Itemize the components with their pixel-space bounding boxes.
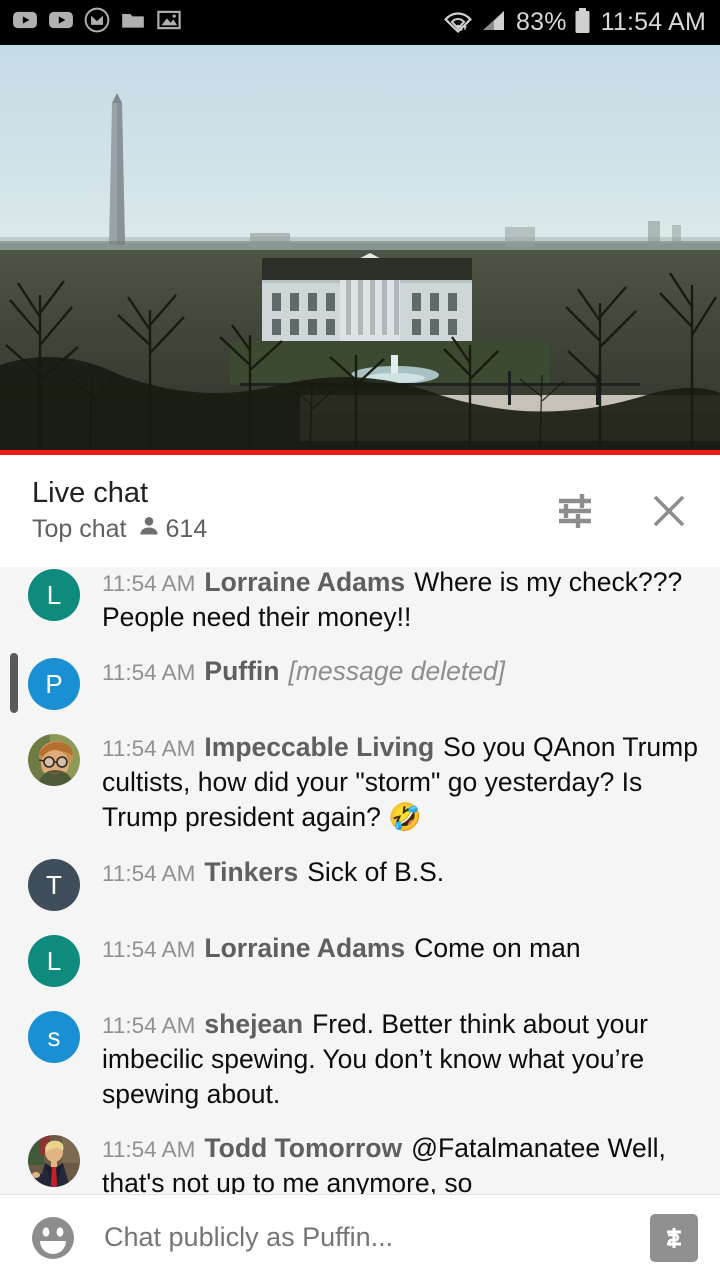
list-item[interactable]: 11:54 AM Impeccable Living So you QAnon Tr… (0, 720, 720, 845)
live-chat-message-list[interactable]: L 11:54 AM Lorraine Adams Where is my chec… (0, 567, 720, 1194)
message-body: 11:54 AM Lorraine Adams Come on man (102, 931, 698, 966)
list-item[interactable]: T 11:54 AM Tinkers Sick of B.S. (0, 845, 720, 921)
superchat-dollar-icon[interactable] (650, 1213, 698, 1262)
chat-composer (0, 1194, 720, 1280)
list-item[interactable]: s 11:54 AM shejean Fred. Better think abou… (0, 997, 720, 1121)
list-item[interactable]: L 11:54 AM Lorraine Adams Come on man (0, 921, 720, 997)
message-author[interactable]: Todd Tomorrow (204, 1133, 402, 1163)
live-chat-title: Live chat (32, 476, 149, 509)
message-emoji: 🤣 (388, 801, 422, 832)
status-bar: 83% 11:54 AM (0, 0, 720, 45)
video-frame (0, 45, 720, 450)
message-body: 11:54 AM Impeccable Living So you QAnon Tr… (102, 730, 698, 835)
avatar-initial: L (46, 946, 62, 977)
cell-signal-icon (480, 7, 507, 38)
status-bar-clock: 11:54 AM (600, 8, 706, 36)
message-author[interactable]: shejean (204, 1009, 303, 1039)
status-bar-notification-icons (12, 7, 182, 38)
message-text-deleted: [message deleted] (288, 656, 506, 687)
photo-icon (156, 7, 182, 38)
avatar: s (28, 1011, 80, 1064)
person-glasses-photo (28, 734, 80, 787)
message-timestamp: 11:54 AM (102, 1013, 196, 1039)
youtube-icon (48, 7, 74, 38)
message-text: Sick of B.S. (307, 857, 445, 888)
gmail-m-icon (84, 7, 110, 38)
list-item[interactable]: L 11:54 AM Lorraine Adams Where is my chec… (0, 567, 720, 644)
list-item[interactable]: P 11:54 AM Puffin [message deleted] (0, 644, 720, 720)
avatar-initial: L (46, 580, 62, 610)
live-chat-header-actions (552, 488, 696, 534)
message-author[interactable]: Lorraine Adams (204, 933, 405, 963)
wifi-icon (443, 7, 473, 38)
folder-icon (120, 7, 146, 38)
video-player[interactable] (0, 45, 720, 455)
live-chat-subheader: Top chat 614 (32, 514, 207, 545)
viewer-count-block: 614 (137, 514, 208, 545)
viewer-count: 614 (165, 515, 208, 544)
live-chat-header-text: Live chat Top chat 614 (32, 477, 207, 545)
message-timestamp: 11:54 AM (102, 736, 196, 762)
message-timestamp: 11:54 AM (102, 1137, 196, 1163)
message-body: 11:54 AM shejean Fred. Better think about … (102, 1007, 698, 1111)
message-timestamp: 11:54 AM (102, 571, 196, 596)
message-author[interactable]: Puffin (204, 656, 279, 686)
battery-icon (574, 7, 591, 39)
avatar-initial: s (47, 1022, 61, 1053)
youtube-live-chat-screen: 83% 11:54 AM Live chat Top chat 614 L 11… (0, 0, 720, 1280)
status-bar-system-icons: 83% 11:54 AM (443, 7, 706, 39)
message-author[interactable]: Tinkers (204, 857, 298, 887)
list-item[interactable]: 11:54 AM Todd Tomorrow @Fatalmanatee Well,… (0, 1121, 720, 1194)
live-chat-header: Live chat Top chat 614 (0, 455, 720, 567)
avatar (28, 1135, 80, 1188)
close-icon[interactable] (646, 488, 692, 534)
chat-mode-label[interactable]: Top chat (32, 515, 127, 544)
message-author[interactable]: Impeccable Living (204, 732, 434, 762)
person-suit-redtie-photo (28, 1135, 80, 1188)
message-body: 11:54 AM Lorraine Adams Where is my check?… (102, 567, 698, 634)
message-body: 11:54 AM Tinkers Sick of B.S. (102, 855, 698, 890)
avatar-initial: P (45, 669, 63, 700)
filter-sliders-icon[interactable] (552, 488, 598, 534)
avatar-initial: T (46, 870, 62, 901)
message-timestamp: 11:54 AM (102, 660, 196, 686)
avatar (28, 734, 80, 787)
person-icon (137, 514, 161, 545)
message-author[interactable]: Lorraine Adams (204, 567, 405, 597)
emoji-smiley-icon[interactable] (28, 1213, 78, 1263)
message-timestamp: 11:54 AM (102, 937, 196, 963)
avatar: T (28, 859, 80, 912)
avatar: L (28, 569, 80, 621)
message-scroll-container: L 11:54 AM Lorraine Adams Where is my chec… (0, 567, 720, 1194)
battery-percent: 83% (515, 8, 567, 36)
avatar: P (28, 658, 80, 711)
avatar: L (28, 935, 80, 988)
message-timestamp: 11:54 AM (102, 861, 196, 887)
message-body: 11:54 AM Puffin [message deleted] (102, 654, 698, 689)
message-body: 11:54 AM Todd Tomorrow @Fatalmanatee Well,… (102, 1131, 698, 1194)
youtube-icon (12, 7, 38, 38)
message-text: Come on man (414, 933, 581, 964)
chat-input[interactable] (104, 1222, 636, 1253)
